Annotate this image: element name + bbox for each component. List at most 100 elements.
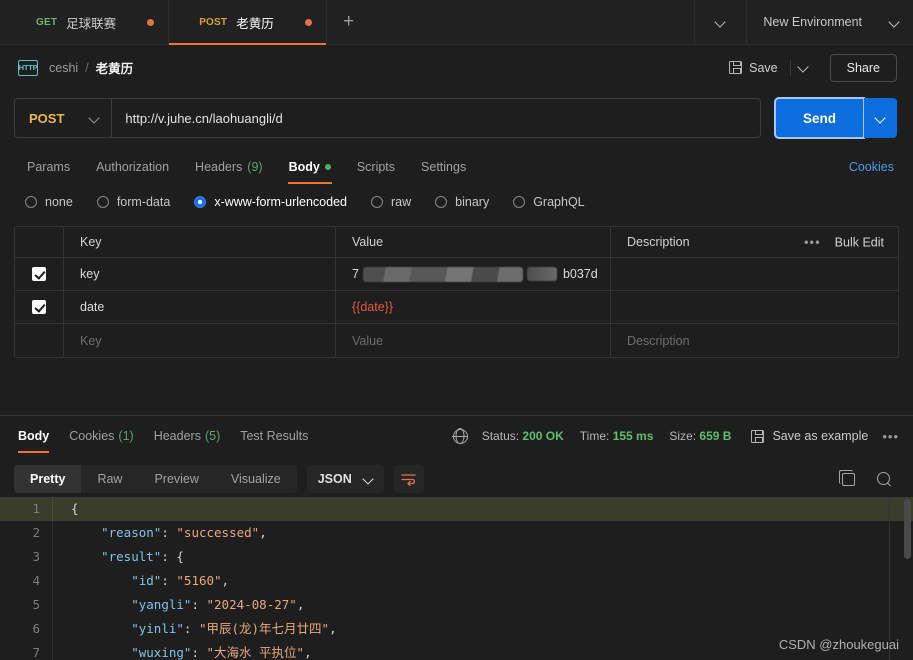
response-tab-headers[interactable]: Headers (5) [144,416,231,456]
save-options-chevron-down-icon[interactable] [789,59,816,76]
tab-settings[interactable]: Settings [408,150,479,184]
tab-label: Body [18,429,50,443]
request-tab-list: GET 足球联赛 POST 老黄历 + [0,0,371,45]
response-body-json-viewer[interactable]: 1{2 "reason": "successed", 3 "result": {4… [0,497,913,660]
radio-graphql[interactable]: GraphQL [502,195,597,209]
radio-raw[interactable]: raw [360,195,424,209]
row-value-cell[interactable]: 7 b037d [336,258,611,290]
header-description: Description ••• Bulk Edit [611,227,898,257]
row-checkbox[interactable] [32,300,46,314]
row-checkbox[interactable] [32,267,46,281]
line-number: 4 [32,573,40,588]
row-checkbox-cell [15,324,64,357]
unsaved-dot-icon [304,18,312,26]
row-description-cell[interactable] [611,291,898,323]
size-value: 659 B [699,429,732,443]
save-as-example-button[interactable]: Save as example [751,429,868,443]
code-line-content: "yinli": "甲辰(龙)年七月廿四", [52,617,913,641]
cookies-count: (1) [118,429,134,443]
code-token-str: "5160" [176,573,222,588]
format-label: JSON [317,472,352,486]
copy-icon[interactable] [839,469,855,486]
radio-form-data[interactable]: form-data [86,195,184,209]
code-line-content: "id": "5160", [52,569,913,593]
size-badge: Size: 659 B [669,429,731,443]
send-button[interactable]: Send [773,97,866,139]
vertical-scrollbar[interactable] [904,499,911,559]
radio-circle-icon [25,196,37,208]
wrap-lines-button[interactable] [393,465,424,493]
environment-selector[interactable]: New Environment [746,0,913,44]
code-token-str: "successed" [176,525,260,540]
radio-circle-icon [371,196,383,208]
row-value-cell[interactable]: {{date}} [336,291,611,323]
url-input[interactable]: http://v.juhe.cn/laohuangli/d [112,99,760,137]
postman-window: GET 足球联赛 POST 老黄历 + New Environment HTTP… [0,0,913,660]
radio-label: none [45,195,73,209]
tab-title: 老黄历 [236,16,274,31]
request-tab-football[interactable]: GET 足球联赛 [0,0,170,44]
cookies-link[interactable]: Cookies [849,160,897,174]
url-bar: POST http://v.juhe.cn/laohuangli/d Send [0,90,913,146]
response-format-selector[interactable]: JSON [306,465,384,493]
status-value: 200 OK [522,429,564,443]
headers-count: (9) [247,160,263,174]
tab-authorization[interactable]: Authorization [83,150,182,184]
tab-method-label: POST [199,16,228,28]
request-section-tabs: Params Authorization Headers (9) Body Sc… [0,150,913,184]
method-label: POST [29,110,65,126]
radio-none[interactable]: none [14,195,86,209]
code-token-key: "wuxing" [131,645,192,660]
code-line-content: { [52,497,913,521]
request-tab-laohuangli[interactable]: POST 老黄历 [169,0,327,45]
new-value-input[interactable]: Value [336,324,611,357]
response-tab-test-results[interactable]: Test Results [230,416,318,456]
bulk-edit-button[interactable]: Bulk Edit [835,235,884,249]
send-options-chevron-down-icon[interactable] [864,98,897,138]
row-key-cell[interactable]: key [64,258,336,290]
environment-label: New Environment [763,15,862,29]
response-tab-body[interactable]: Body [14,416,59,456]
code-token-punc: , [259,525,267,540]
tab-body[interactable]: Body [276,150,344,184]
view-raw[interactable]: Raw [81,465,138,493]
view-pretty[interactable]: Pretty [14,465,82,493]
save-button[interactable]: Save [721,56,786,80]
code-token-key: "result" [101,549,162,564]
row-key-cell[interactable]: date [64,291,336,323]
search-icon[interactable] [877,472,891,486]
radio-binary[interactable]: binary [424,195,502,209]
radio-x-www-form-urlencoded[interactable]: x-www-form-urlencoded [183,195,360,209]
tab-params[interactable]: Params [14,150,83,184]
new-tab-button[interactable]: + [327,0,371,44]
breadcrumb-collection[interactable]: ceshi [49,61,78,75]
more-options-icon[interactable]: ••• [804,235,821,250]
code-token-punc: : [191,597,207,612]
line-number: 6 [32,621,40,636]
view-preview[interactable]: Preview [138,465,214,493]
new-description-input[interactable]: Description [611,324,898,357]
row-description-cell[interactable] [611,258,898,290]
row-value-variable: {{date}} [352,300,394,314]
code-token-str: "甲辰(龙)年七月廿四" [198,621,330,636]
response-status-group: Status: 200 OK Time: 155 ms Size: 659 B … [452,428,899,444]
share-button[interactable]: Share [829,53,897,82]
code-token-key: "yinli" [131,621,184,636]
line-number: 1 [32,501,40,516]
view-visualize[interactable]: Visualize [215,465,297,493]
breadcrumb-request-name[interactable]: 老黄历 [96,58,134,77]
code-token-punc: : [191,645,207,660]
method-selector[interactable]: POST [15,99,113,137]
tab-list-chevron-down-icon[interactable] [694,0,746,44]
tab-scripts[interactable]: Scripts [344,150,408,184]
code-line: 7 "wuxing": "大海水 平执位", [0,641,913,660]
line-number: 3 [32,549,40,564]
response-more-options-icon[interactable]: ••• [882,429,899,444]
line-number: 7 [32,645,40,660]
tab-method-label: GET [36,16,58,28]
new-key-input[interactable]: Key [64,324,336,357]
tab-headers[interactable]: Headers (9) [182,150,276,184]
response-tab-cookies[interactable]: Cookies (1) [59,416,143,456]
tab-label: Settings [421,160,467,174]
time-badge: Time: 155 ms [580,429,654,443]
